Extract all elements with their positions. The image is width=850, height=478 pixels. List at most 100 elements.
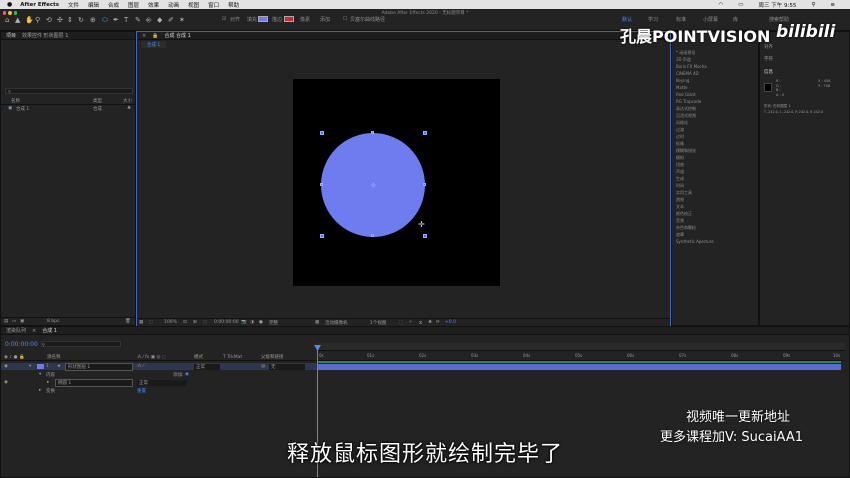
timeline-timecode[interactable]: 0:00:00:00 <box>5 341 38 348</box>
menu-effect[interactable]: 效果 <box>148 1 159 9</box>
stroke-width-label[interactable]: 像素 <box>300 16 310 23</box>
layer-mode-select[interactable]: 正常 <box>194 363 220 370</box>
bbox-handle-tl[interactable] <box>320 131 324 135</box>
path-vertex-bottom[interactable] <box>371 234 374 237</box>
workspace-libraries[interactable]: 库 <box>733 16 738 23</box>
control-center-icon[interactable]: ≡ <box>830 2 835 8</box>
flowchart-icon[interactable]: ♣ <box>428 320 432 325</box>
effect-category[interactable]: 3D 声道 <box>676 57 691 63</box>
visibility-eye-icon[interactable]: ◉ <box>4 380 8 385</box>
lock-icon[interactable]: 🔒 <box>152 33 158 39</box>
effect-category[interactable]: 模拟 <box>676 155 684 161</box>
effect-category[interactable]: 表达式控制 <box>676 106 696 112</box>
effect-category[interactable]: 沉浸式视频 <box>676 113 696 119</box>
pan-tool-icon[interactable]: ✣ <box>57 16 63 24</box>
interpret-footage-icon[interactable]: ▤ <box>4 319 8 324</box>
region-of-interest-icon[interactable]: ⬚ <box>149 320 153 325</box>
layer-parent-select[interactable]: 无 <box>269 363 305 370</box>
search-icon[interactable]: ⚲ <box>811 2 815 8</box>
layer-switches-icons[interactable]: ⁂ ⁄ <box>137 364 144 369</box>
bezier-checkbox[interactable]: ☐ <box>343 16 347 22</box>
column-mode[interactable]: 模式 <box>194 354 203 360</box>
transform-row[interactable]: ▸ 变换 重置 <box>1 387 317 394</box>
effect-category[interactable]: 生成 <box>676 176 684 182</box>
path-vertex-top[interactable] <box>371 131 374 134</box>
brush-tool-icon[interactable]: ✎ <box>135 16 141 24</box>
ellipse-group-row[interactable]: ◉ ▸ 椭圆 1 正常 <box>1 378 317 387</box>
orbit-tool-icon[interactable]: ⟲ <box>46 16 52 24</box>
home-icon[interactable]: ⌂ <box>5 16 9 24</box>
menu-layer[interactable]: 图层 <box>128 1 139 9</box>
work-area-bar[interactable] <box>317 361 841 363</box>
zoom-select[interactable]: 100% <box>164 320 177 325</box>
menu-help[interactable]: 帮助 <box>228 1 239 9</box>
battery-icon[interactable]: ▭ <box>738 2 743 8</box>
fill-color-swatch[interactable] <box>258 16 268 22</box>
time-ruler[interactable]: 0s 01s 02s 03s 04s 05s 06s 07s 08s 09s 1… <box>317 351 845 361</box>
ellipse-tool-icon[interactable]: ⬭ <box>102 16 108 25</box>
layer-label-color[interactable] <box>37 364 44 369</box>
workspace-standard[interactable]: 标准 <box>676 16 686 23</box>
effect-category[interactable]: 过渡 <box>676 127 684 133</box>
rotate-tool-icon[interactable]: ↻ <box>78 16 84 24</box>
mask-visibility-icon[interactable]: ◌ <box>203 320 207 325</box>
hand-tool-icon[interactable]: ✋ <box>25 16 34 24</box>
path-vertex-left[interactable] <box>320 183 323 186</box>
roto-brush-tool-icon[interactable]: ✐ <box>168 16 174 24</box>
exposure-value[interactable]: +0.0 <box>445 320 456 325</box>
zoom-window-button[interactable] <box>13 11 17 15</box>
ellipse-blend-mode-select[interactable]: 正常 <box>137 379 187 386</box>
workspace-default[interactable]: 默认 <box>622 16 632 23</box>
menu-edit[interactable]: 编辑 <box>88 1 99 9</box>
menu-animation[interactable]: 动画 <box>168 1 179 9</box>
apple-menu-icon[interactable]: ● <box>7 1 12 8</box>
grid-icon[interactable]: ⊞ <box>193 320 197 325</box>
time-navigator[interactable] <box>317 343 845 351</box>
timeline-search-input[interactable]: ⚲ <box>41 341 121 347</box>
parent-pickwhip-icon[interactable]: @ <box>261 364 266 369</box>
effect-category[interactable]: 遮罩 <box>676 232 684 238</box>
effect-category[interactable]: Boris FX Mocha <box>676 64 707 69</box>
effect-category[interactable]: 扭曲 <box>676 162 684 168</box>
bbox-handle-tr[interactable] <box>423 131 427 135</box>
eraser-tool-icon[interactable]: ◆ <box>157 16 162 24</box>
current-time-display[interactable]: 0:00:00:00 <box>214 320 239 325</box>
stroke-color-swatch[interactable] <box>284 16 294 22</box>
delete-icon[interactable]: 🗑 <box>125 319 131 324</box>
effect-category[interactable]: Red Giant <box>676 92 696 97</box>
tab-composition[interactable]: 合成 合成 1 <box>164 32 190 39</box>
effect-category[interactable]: 抠像 <box>676 141 684 147</box>
tab-render-queue[interactable]: 渲染队列 <box>6 327 26 334</box>
column-parent[interactable]: 父级和链接 <box>261 354 284 360</box>
effect-category[interactable]: 透视 <box>676 197 684 203</box>
workspace-small-screen[interactable]: 小屏幕 <box>703 16 718 23</box>
add-label[interactable]: 添加: <box>173 372 184 378</box>
fast-previews-icon[interactable]: ⚡ <box>409 320 412 325</box>
color-channel-icon[interactable]: ● <box>259 320 263 325</box>
expand-transform-chevron-icon[interactable]: ▸ <box>39 388 41 393</box>
bbox-handle-br[interactable] <box>423 234 427 238</box>
path-vertex-right[interactable] <box>423 183 426 186</box>
add-icon[interactable]: ◉ <box>185 372 189 377</box>
anchor-tool-icon[interactable]: ⊕ <box>90 16 96 24</box>
close-tab-icon[interactable]: × <box>142 33 146 39</box>
visibility-eye-icon[interactable]: ◉ <box>4 364 8 369</box>
expand-layer-chevron-icon[interactable]: ▾ <box>29 364 31 369</box>
effect-category[interactable]: Keying <box>676 78 689 83</box>
transparency-grid-icon[interactable]: ▩ <box>315 320 319 325</box>
column-name[interactable]: 名称 <box>11 98 20 104</box>
shape-layer-overlay[interactable]: ✧ <box>293 79 500 286</box>
close-window-button[interactable] <box>3 11 7 15</box>
reset-exposure-icon[interactable]: ⟳ <box>436 320 440 325</box>
column-type[interactable]: 类型 <box>93 98 102 104</box>
comp-breadcrumb[interactable]: 合成 1 <box>141 41 167 48</box>
effect-category[interactable]: 时间 <box>676 183 684 189</box>
column-size[interactable]: 大小 <box>123 98 132 104</box>
menu-app-name[interactable]: After Effects <box>20 2 59 8</box>
menu-clock[interactable]: 周三 下午 9:55 <box>759 1 797 9</box>
expand-contents-chevron-icon[interactable]: ▾ <box>39 372 41 377</box>
layer-name[interactable]: 形状图层 1 <box>65 362 133 371</box>
effect-category[interactable]: Synthetic Aperture <box>676 239 714 244</box>
expand-ellipse-chevron-icon[interactable]: ▸ <box>47 380 49 385</box>
new-composition-icon[interactable]: ▣ <box>20 319 24 324</box>
